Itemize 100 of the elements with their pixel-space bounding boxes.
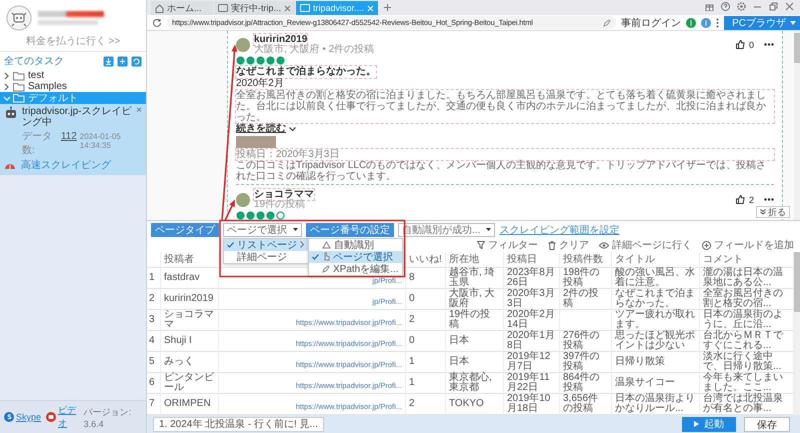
robot-icon [4,106,18,120]
pay-link[interactable]: 料金を払うに行く >> [0,33,146,51]
scraping-range-link[interactable]: スクレイピング範囲を設定 [499,222,620,236]
row-number: 5 [149,357,155,367]
data-count-link[interactable]: 112 [60,131,77,142]
table-cell: なぜこれまで泊まらなかった。 [615,289,696,309]
menu-item[interactable]: XPathを編集... [309,262,402,274]
review-title: なぜこれまで泊まらなかった。 [236,66,376,78]
page-type-select[interactable]: ページで選択 [223,222,302,236]
table-cell-text: 大阪市, 大阪府 [449,289,496,309]
table-cell: ショコラママ [164,310,215,330]
browser-tab[interactable]: ホーム... [151,1,213,15]
help-icon[interactable] [721,2,730,11]
page-icon [218,4,228,12]
folder-item[interactable]: test [0,70,146,81]
like-count: 2 [748,194,754,204]
toolbar-action[interactable]: クリア [548,238,589,252]
column-header[interactable]: 所在地 [446,252,504,268]
pre-login-button[interactable]: 事前ログイン [621,16,682,30]
reload-icon[interactable] [152,18,162,28]
table-cell: kuririn2019 [164,294,214,304]
more-icon[interactable] [764,198,774,201]
table-cell-text: 越谷市, 埼玉県 [449,268,496,288]
table-cell-text: 2件の投稿 [563,289,600,309]
save-button[interactable]: 保存 [744,416,790,432]
browser-tab[interactable]: 実行中-trip... [214,1,296,15]
table-cell: ORIMPEN [164,399,211,409]
info-badge-icon[interactable] [701,18,712,28]
column-header[interactable]: 投稿者 [161,252,219,268]
table-cell-text: 台湾では北投温泉が有名との事... [703,394,784,414]
pencil-icon [603,18,612,26]
pointer-hand-icon [322,252,330,261]
table-cell: 思ったほど観光ポイントは少ない [615,331,696,351]
new-tab-icon[interactable] [383,3,392,12]
column-header[interactable]: 投稿件数 [560,252,612,268]
column-header[interactable]: タイトル [612,252,700,268]
table-cell: 日帰り散策 [615,357,665,367]
s-logo-icon [4,412,14,422]
avatar-placeholder [236,38,250,52]
thumbs-up-icon[interactable] [736,195,745,204]
column-header[interactable]: 投稿日 [504,252,560,268]
restore-icon[interactable] [769,2,778,11]
page-type-button[interactable]: ページタイプ [151,222,219,236]
status-badge-icon[interactable] [686,18,696,28]
reviewer-meta: 大阪市, 大阪府 • 2件の投稿 [254,45,374,55]
table-cell-text: 2019年10月18日 [507,394,552,414]
import-icon[interactable] [103,56,114,66]
table-cell: 日本 [449,336,469,346]
chevron-right-icon [300,241,305,248]
task-tab[interactable]: 1. 2024年 北投温泉 - 行く前に! 見... [153,416,324,432]
page-number-button[interactable]: ページ番号の設定 [306,222,394,236]
table-cell-text: 19件の投稿 [449,310,492,330]
kebab-menu-icon[interactable] [716,18,720,28]
filled-rating-dot-icon [256,56,265,65]
folder-icon [13,82,25,92]
close-button[interactable]: × [136,106,142,116]
table-cell: 0 [409,336,415,346]
browser-mode-button[interactable]: PCブラウザ [724,16,800,30]
table-cell: fastdrav [164,273,200,283]
more-icon[interactable] [764,43,774,46]
menu-item[interactable]: 詳細ページ [224,250,308,262]
table-cell-text: 日本の温泉街のように、丘に沿... [703,310,784,330]
close-icon[interactable] [785,2,794,11]
reviewer-name[interactable]: kuririn2019 [254,34,308,45]
folder-item[interactable]: Samples [0,81,146,92]
refresh-icon[interactable] [131,56,142,66]
footer-link[interactable]: ビデオ [58,404,79,430]
scrollbar[interactable] [794,31,800,220]
menu-item[interactable]: 自動識別 [309,238,402,250]
new-task-icon[interactable] [117,56,128,66]
row-number: 3 [149,315,155,325]
toolbar-action[interactable]: フィールドを追加 [702,238,794,252]
table-cell-text: 276件の投稿 [563,331,601,351]
row-number: 1 [149,273,155,283]
folder-icon [13,70,25,80]
column-header[interactable]: いいね! [406,252,446,268]
task-time: 2024-01-05 14:34:35 [80,132,122,150]
toolbar-action[interactable]: フィルター [477,238,538,252]
scrollbar[interactable] [794,252,800,415]
close-icon[interactable] [284,4,292,12]
avatar-placeholder [236,192,250,206]
filled-rating-dot-icon [266,56,275,65]
menu-item[interactable]: リストページ [224,238,308,250]
settings-icon[interactable] [737,2,746,11]
thumbs-up-icon[interactable] [736,40,745,49]
start-button[interactable]: 起動 [682,416,736,432]
table-cell-text: 瀧の湯は日本の温泉地にある公... [703,268,784,288]
chevron-down-icon [3,94,10,102]
reviewer-name[interactable]: ショコラママ [254,189,314,200]
caret-icon [486,228,492,231]
table-cell: 2023年8月26日 [507,268,556,288]
collapse-button[interactable]: 折る [756,206,790,218]
toolbar-action[interactable]: 詳細ページに行く [599,238,692,252]
like-count: 0 [748,40,754,50]
footer-link[interactable]: Skype [16,412,42,422]
task-card[interactable]: tripadvisor.jp-スクレイピング中 × データ数: 112 2024-01-05 14:34:35 高速スクレイピング [0,104,146,175]
table-cell: 酸の強い風呂、水着に注意。 [615,268,696,288]
chevron-down-icon [289,126,296,132]
filled-rating-dot-icon [266,211,275,220]
menu-item[interactable]: ページで選択 [309,250,402,262]
